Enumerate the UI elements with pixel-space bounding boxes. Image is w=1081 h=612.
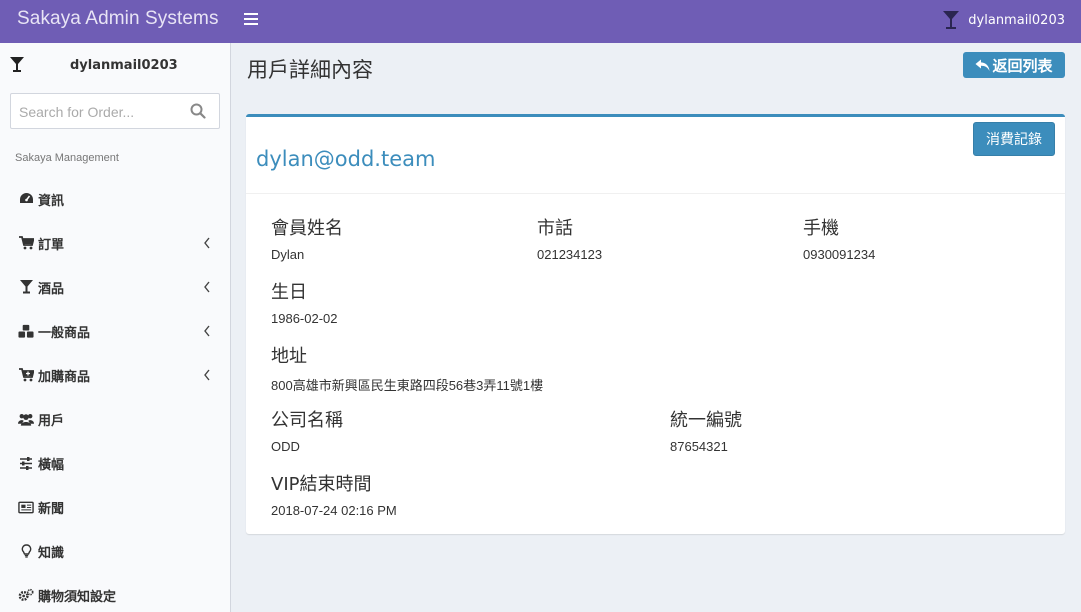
sliders-icon bbox=[18, 455, 34, 471]
field-value: ODD bbox=[271, 439, 300, 454]
chevron-left-icon bbox=[204, 281, 210, 293]
field-company-name: 公司名稱 ODD bbox=[271, 406, 343, 454]
search-icon[interactable] bbox=[190, 103, 206, 119]
search-input[interactable] bbox=[19, 102, 189, 122]
field-label: 手機 bbox=[803, 218, 839, 239]
sidebar-item-label: 資訊 bbox=[38, 193, 65, 209]
sidebar-item-label: 知識 bbox=[38, 545, 65, 561]
field-value: 2018-07-24 02:16 PM bbox=[271, 503, 397, 518]
cocktail-glass-icon bbox=[10, 57, 24, 72]
sidebar-item-banners[interactable]: 橫幅 bbox=[0, 441, 231, 485]
field-label: 統一編號 bbox=[670, 410, 742, 431]
field-label: 生日 bbox=[271, 282, 307, 303]
box-header: dylan@odd.team 消費記錄 bbox=[246, 117, 1065, 194]
sidebar-item-shopping-settings[interactable]: 購物須知設定 bbox=[0, 573, 231, 612]
field-value: 800高雄市新興區民生東路四段56巷3弄11號1樓 bbox=[271, 378, 544, 393]
sidebar-item-knowledge[interactable]: 知識 bbox=[0, 529, 231, 573]
field-phone: 市話 021234123 bbox=[537, 214, 602, 262]
top-navbar: Sakaya Admin Systems dylanmail0203 bbox=[0, 0, 1081, 43]
field-address: 地址 800高雄市新興區民生東路四段56巷3弄11號1樓 bbox=[271, 342, 543, 394]
user-panel: dylanmail0203 bbox=[0, 43, 231, 88]
sidebar-item-label: 酒品 bbox=[38, 281, 65, 297]
back-button-label: 返回列表 bbox=[992, 56, 1053, 75]
sidebar-toggle-icon[interactable] bbox=[244, 13, 258, 25]
field-vip-end-time: VIP結束時間 2018-07-24 02:16 PM bbox=[271, 470, 397, 518]
sidebar-item-news[interactable]: 新聞 bbox=[0, 485, 231, 529]
field-value: 0930091234 bbox=[803, 247, 876, 262]
chevron-left-icon bbox=[204, 369, 210, 381]
users-icon bbox=[18, 411, 34, 427]
field-value: Dylan bbox=[271, 247, 305, 262]
field-member-name: 會員姓名 Dylan bbox=[271, 214, 343, 262]
cubes-icon bbox=[18, 323, 34, 339]
sidebar-section-header: Sakaya Management bbox=[15, 152, 119, 164]
dashboard-icon bbox=[18, 191, 34, 207]
sidebar-item-label: 訂單 bbox=[38, 237, 65, 253]
glass-icon bbox=[18, 279, 34, 295]
nav-username: dylanmail0203 bbox=[968, 12, 1065, 28]
sidebar-item-label: 購物須知設定 bbox=[38, 589, 117, 605]
lightbulb-icon bbox=[18, 543, 34, 559]
page-title: 用戶詳細內容 bbox=[247, 58, 373, 82]
field-mobile: 手機 0930091234 bbox=[803, 214, 875, 262]
user-detail-box: dylan@odd.team 消費記錄 會員姓名 Dylan 市話 021234… bbox=[246, 114, 1065, 534]
reply-icon bbox=[975, 59, 990, 71]
cogs-icon bbox=[18, 587, 34, 603]
search-box bbox=[10, 93, 220, 129]
field-value: 1986-02-02 bbox=[271, 311, 338, 326]
sidebar-item-label: 橫幅 bbox=[38, 457, 65, 473]
field-label: 市話 bbox=[537, 218, 573, 239]
user-menu[interactable]: dylanmail0203 bbox=[942, 10, 1065, 30]
sidebar-item-label: 新聞 bbox=[38, 501, 65, 517]
back-to-list-button[interactable]: 返回列表 bbox=[963, 52, 1065, 78]
field-value: 87654321 bbox=[670, 439, 728, 454]
field-tax-id: 統一編號 87654321 bbox=[670, 406, 742, 454]
field-label: 會員姓名 bbox=[271, 218, 343, 239]
sidebar-item-users[interactable]: 用戶 bbox=[0, 397, 231, 441]
sidebar-item-general-products[interactable]: 一般商品 bbox=[0, 309, 231, 353]
purchase-records-button[interactable]: 消費記錄 bbox=[973, 122, 1055, 156]
sidebar: dylanmail0203 Sakaya Management 資訊 訂單 bbox=[0, 43, 231, 612]
cart-icon bbox=[18, 235, 34, 251]
sidebar-item-addon-products[interactable]: 加購商品 bbox=[0, 353, 231, 397]
field-label: 公司名稱 bbox=[271, 410, 343, 431]
field-birthday: 生日 1986-02-02 bbox=[271, 278, 338, 326]
sidebar-item-orders[interactable]: 訂單 bbox=[0, 221, 231, 265]
chevron-left-icon bbox=[204, 237, 210, 249]
newspaper-icon bbox=[18, 499, 34, 515]
field-label: 地址 bbox=[271, 346, 307, 367]
brand-logo[interactable]: Sakaya Admin Systems bbox=[17, 8, 219, 30]
sidebar-item-info[interactable]: 資訊 bbox=[0, 177, 231, 221]
chevron-left-icon bbox=[204, 325, 210, 337]
sidebar-item-label: 用戶 bbox=[38, 413, 65, 429]
cart-plus-icon bbox=[18, 367, 34, 383]
sidebar-menu: 資訊 訂單 酒品 一般商品 加購商品 用戶 橫幅 新聞 知識 購物須知設定 bbox=[0, 177, 231, 612]
user-email: dylan@odd.team bbox=[256, 147, 436, 171]
sidebar-item-label: 一般商品 bbox=[38, 325, 91, 341]
field-label: VIP結束時間 bbox=[271, 474, 372, 495]
field-value: 021234123 bbox=[537, 247, 603, 262]
sidebar-item-label: 加購商品 bbox=[38, 369, 91, 385]
cocktail-glass-icon bbox=[943, 11, 960, 29]
sidebar-username: dylanmail0203 bbox=[70, 58, 178, 73]
sidebar-item-wine[interactable]: 酒品 bbox=[0, 265, 231, 309]
